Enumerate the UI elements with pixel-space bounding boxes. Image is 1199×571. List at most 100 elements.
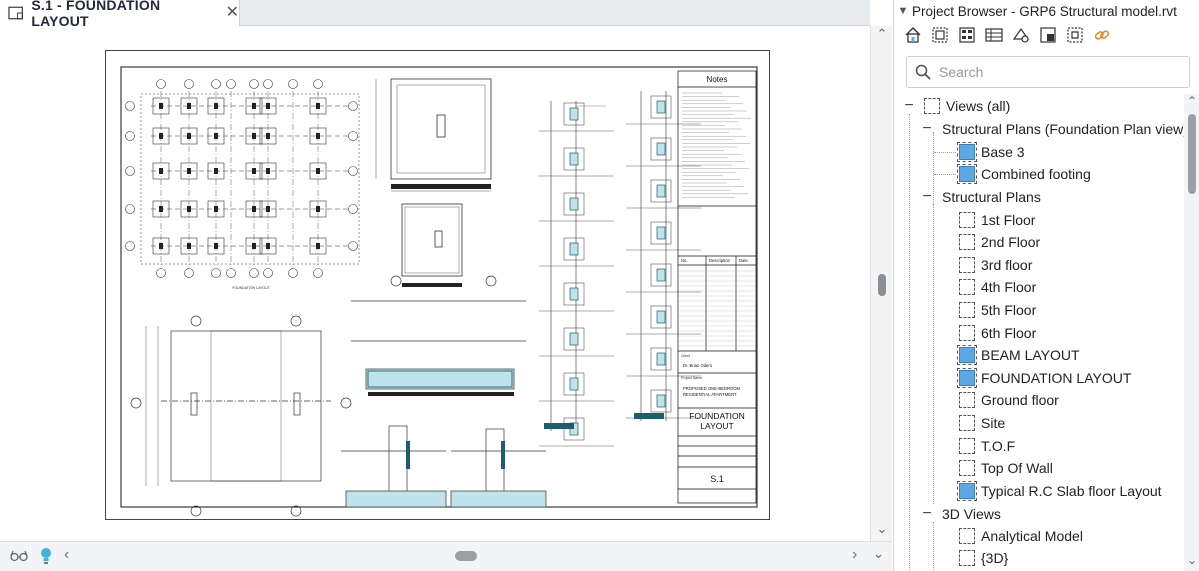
tree-item-typical-slab-layout[interactable]: Typical R.C Slab floor Layout: [957, 480, 1162, 502]
collapse-icon[interactable]: −: [920, 506, 934, 522]
tree-label: Typical R.C Slab floor Layout: [981, 483, 1162, 499]
base-plan-detail: [375, 78, 492, 192]
chain-link-icon[interactable]: [1091, 24, 1113, 46]
plan-view-icon: [959, 392, 975, 408]
footing-section-detail: [351, 275, 526, 396]
tree-label: Structural Plans: [942, 189, 1041, 205]
project-name-line1: PROPOSED ONE-BEDROOM: [683, 386, 741, 391]
sheets-icon[interactable]: [956, 24, 978, 46]
project-browser-search[interactable]: [906, 56, 1190, 88]
tree-item-top-of-wall[interactable]: Top Of Wall: [959, 457, 1053, 479]
drawing-view-pane: S.1 - FOUNDATION LAYOUT ✕ FOUNDATION LAY…: [0, 0, 892, 571]
project-name-line2: RESIDENTIAL APARTMENT: [683, 392, 737, 397]
horizontal-scrollbar-thumb[interactable]: [455, 551, 477, 561]
tree-item-foundation-layout[interactable]: FOUNDATION LAYOUT: [957, 367, 1132, 389]
tree-item-ground-floor[interactable]: Ground floor: [959, 389, 1059, 411]
tree-item-site[interactable]: Site: [959, 412, 1005, 434]
client-label: Client: [681, 354, 690, 358]
tree-item-base-3[interactable]: Base 3: [957, 141, 1025, 163]
client-name: Dr. Brian Odero: [683, 363, 713, 368]
families-icon[interactable]: [1010, 24, 1032, 46]
drawing-canvas[interactable]: FOUNDATION LAYOUT Notes No. Description …: [0, 27, 870, 541]
tree-item-beam-layout[interactable]: BEAM LAYOUT: [957, 344, 1080, 366]
view-icon[interactable]: [929, 24, 951, 46]
canvas-vertical-scrollbar[interactable]: ⌃ ⌄: [870, 26, 892, 541]
plan-view-icon: [957, 368, 977, 388]
scroll-down-icon[interactable]: ⌄: [1184, 553, 1199, 567]
tree-label: Analytical Model: [981, 528, 1083, 544]
plan-view-icon: [959, 325, 975, 341]
collapse-icon[interactable]: −: [920, 121, 934, 137]
tree-label: 5th Floor: [981, 302, 1037, 318]
plan-view-icon: [959, 438, 975, 454]
schedules-icon[interactable]: [983, 24, 1005, 46]
scroll-up-icon[interactable]: ⌃: [1184, 94, 1199, 108]
search-icon: [915, 64, 931, 80]
tree-item-1st-floor[interactable]: 1st Floor: [959, 209, 1035, 231]
groups-icon[interactable]: [1037, 24, 1059, 46]
rev-col-no: No.: [681, 258, 688, 263]
tree-item-analytical-model[interactable]: Analytical Model: [959, 525, 1083, 547]
tree-label: Base 3: [981, 144, 1025, 160]
notes-heading: Notes: [707, 75, 728, 84]
project-browser-title: Project Browser - GRP6 Structural model.…: [912, 3, 1177, 19]
combined-footing-plan: [130, 315, 352, 517]
views-icon: [924, 98, 940, 114]
tree-label: T.O.F: [981, 438, 1016, 454]
tree-label: BEAM LAYOUT: [981, 347, 1080, 363]
plan-view-icon: [957, 142, 977, 162]
tree-item-tof[interactable]: T.O.F: [959, 435, 1015, 457]
tree-label: FOUNDATION LAYOUT: [981, 370, 1132, 386]
view-tab-foundation-layout[interactable]: S.1 - FOUNDATION LAYOUT ✕: [0, 0, 240, 29]
tree-item-6th-floor[interactable]: 6th Floor: [959, 322, 1036, 344]
scroll-down-icon[interactable]: ⌄: [871, 521, 893, 541]
scroll-left-icon[interactable]: ‹: [64, 546, 69, 564]
tree-label: Combined footing: [981, 166, 1091, 182]
tree-item-3rd-floor[interactable]: 3rd floor: [959, 254, 1032, 276]
tree-label: 3D Views: [942, 506, 1001, 522]
lightbulb-icon[interactable]: [40, 547, 52, 565]
tree-item-4th-floor[interactable]: 4th Floor: [959, 276, 1036, 298]
tree-item-combined-footing[interactable]: Combined footing: [957, 163, 1091, 185]
plan-view-icon: [957, 345, 977, 365]
tree-label: Site: [981, 415, 1006, 431]
plan-view-icon: [957, 164, 977, 184]
plan-view-icon: [959, 257, 975, 273]
view-glasses-icon[interactable]: [10, 549, 28, 566]
close-icon[interactable]: ✕: [226, 5, 239, 21]
project-browser-scrollbar[interactable]: ⌃ ⌄: [1184, 94, 1199, 571]
sheet-number: S.1: [710, 474, 724, 484]
links-icon[interactable]: [1064, 24, 1086, 46]
scroll-down-corner-icon[interactable]: ⌄: [873, 546, 884, 562]
tree-label: 3rd floor: [981, 257, 1033, 273]
foundation-plan-drawing: [125, 79, 360, 278]
3d-view-icon: [959, 550, 975, 566]
tree-node-structural-plans-foundation[interactable]: − Structural Plans (Foundation Plan view…: [920, 118, 1184, 140]
plan-caption: FOUNDATION LAYOUT: [232, 286, 270, 290]
home-icon[interactable]: [902, 24, 924, 46]
collapse-icon[interactable]: −: [902, 98, 916, 114]
tree-label: Views (all): [946, 98, 1011, 114]
tree-label: 2nd Floor: [981, 234, 1041, 250]
tree-node-structural-plans[interactable]: − Structural Plans: [920, 186, 1041, 208]
collapse-icon[interactable]: −: [920, 189, 934, 205]
project-browser-tree[interactable]: − Views (all) − Structural Plans (Founda…: [894, 94, 1184, 571]
scrollbar-thumb[interactable]: [1188, 114, 1196, 194]
project-browser-toolbar: [894, 22, 1199, 48]
sheet-title-line1: FOUNDATION: [689, 411, 745, 421]
tree-node-views-all[interactable]: − Views (all): [902, 95, 1010, 117]
panel-menu-icon[interactable]: ▼: [894, 5, 912, 17]
scroll-up-icon[interactable]: ⌃: [871, 26, 893, 46]
drawing-sheet: FOUNDATION LAYOUT Notes No. Description …: [105, 50, 770, 520]
plan-view-icon: [959, 234, 975, 250]
tree-node-3d-views[interactable]: − 3D Views: [920, 503, 1001, 525]
combined-footing-detail: [401, 203, 463, 287]
tree-item-5th-floor[interactable]: 5th Floor: [959, 299, 1036, 321]
plan-view-icon: [959, 415, 975, 431]
search-input[interactable]: [939, 64, 1179, 80]
scrollbar-thumb[interactable]: [878, 274, 886, 296]
column-footing-sections: [341, 425, 547, 508]
tree-item-2nd-floor[interactable]: 2nd Floor: [959, 231, 1040, 253]
tree-item-3d[interactable]: {3D}: [959, 547, 1008, 569]
scroll-right-icon[interactable]: ›: [852, 546, 857, 564]
